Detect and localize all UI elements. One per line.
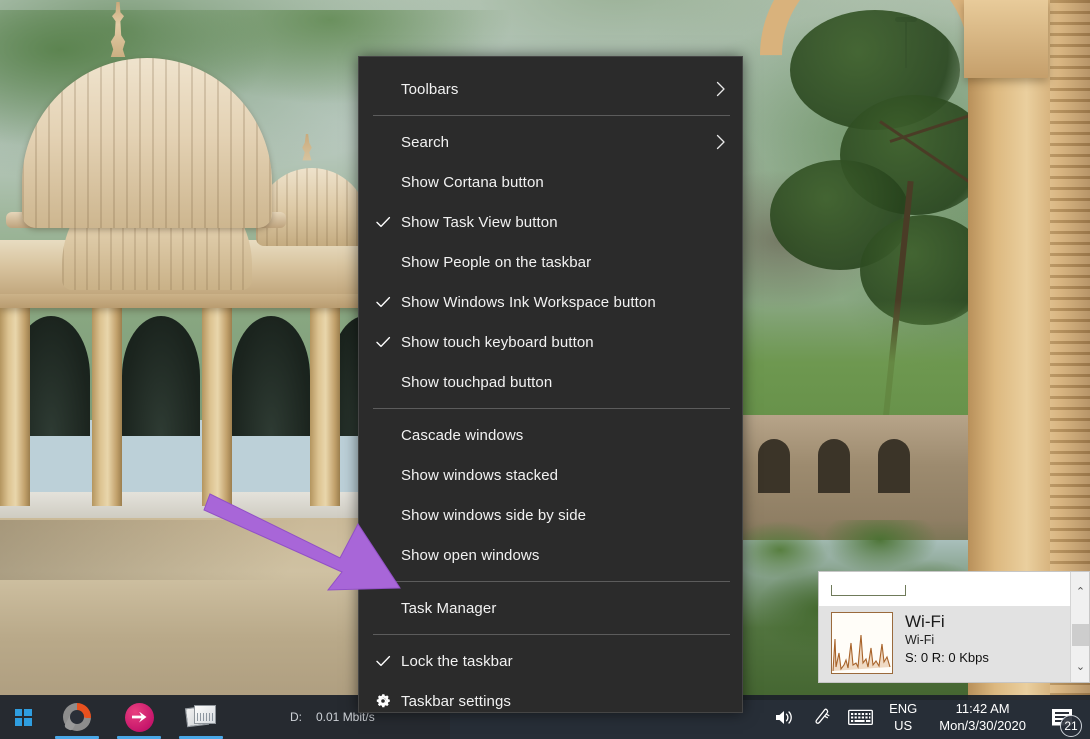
wallpaper-pillar: [0, 306, 30, 506]
menu-item-label: Show People on the taskbar: [401, 253, 592, 271]
taskbar-app-nero[interactable]: [46, 695, 108, 739]
menu-item-show-windows-stacked[interactable]: Show windows stacked: [359, 455, 742, 495]
scroll-down-icon[interactable]: ⌄: [1071, 657, 1089, 676]
menu-item-label: Cascade windows: [401, 426, 524, 444]
nero-icon: [63, 703, 91, 732]
wifi-adapter-row[interactable]: Wi-Fi Wi-Fi S: 0 R: 0 Kbps: [819, 606, 1072, 682]
start-button[interactable]: [0, 695, 46, 739]
wifi-title: Wi-Fi: [905, 612, 945, 631]
menu-item-label: Show Task View button: [401, 213, 558, 231]
menu-item-search[interactable]: Search: [359, 122, 742, 162]
menu-separator: [373, 634, 730, 635]
wallpaper-arch-shadow: [122, 316, 200, 436]
menu-item-lock-the-taskbar[interactable]: Lock the taskbar: [359, 641, 742, 681]
menu-separator: [373, 408, 730, 409]
menu-separator: [373, 581, 730, 582]
check-icon: [375, 653, 391, 669]
wifi-info: Wi-Fi Wi-Fi S: 0 R: 0 Kbps: [905, 612, 989, 667]
menu-item-label: Show Windows Ink Workspace button: [401, 293, 656, 311]
wallpaper-pillar-capital: [964, 0, 1048, 78]
wifi-network-popup[interactable]: Wi-Fi Wi-Fi S: 0 R: 0 Kbps ⌃ ⌄: [818, 571, 1090, 683]
speaker-icon[interactable]: [765, 695, 803, 739]
gear-icon: [374, 692, 392, 710]
network-down-label: D:: [290, 710, 302, 724]
wallpaper-ground-shadow: [0, 520, 420, 580]
action-center-button[interactable]: 21: [1038, 695, 1086, 739]
menu-item-label: Lock the taskbar: [401, 652, 513, 670]
clock-date: Mon/3/30/2020: [939, 718, 1026, 733]
menu-item-show-open-windows[interactable]: Show open windows: [359, 535, 742, 575]
menu-item-cascade-windows[interactable]: Cascade windows: [359, 415, 742, 455]
wallpaper-wall-niche: [758, 439, 790, 493]
menu-item-show-touch-keyboard-button[interactable]: Show touch keyboard button: [359, 322, 742, 362]
menu-item-show-windows-side-by-side[interactable]: Show windows side by side: [359, 495, 742, 535]
menu-item-label: Show touch keyboard button: [401, 333, 594, 351]
chevron-right-icon: [714, 133, 728, 151]
desktop-root: Wi-Fi Wi-Fi S: 0 R: 0 Kbps ⌃ ⌄ Toolbars S…: [0, 0, 1090, 739]
windows-logo-icon: [14, 708, 32, 726]
menu-item-show-cortana-button[interactable]: Show Cortana button: [359, 162, 742, 202]
chevron-right-icon: [714, 80, 728, 98]
menu-item-show-task-view-button[interactable]: Show Task View button: [359, 202, 742, 242]
menu-bottom-padding: [359, 721, 742, 731]
network-activity-graph: [831, 612, 893, 674]
menu-item-toolbars[interactable]: Toolbars: [359, 69, 742, 109]
wifi-subtitle: Wi-Fi: [905, 633, 935, 647]
notification-count-badge: 21: [1060, 715, 1082, 737]
check-icon: [375, 214, 391, 230]
photos-icon: [184, 704, 216, 730]
wallpaper-arch-shadow: [232, 316, 310, 436]
popup-scrollbar[interactable]: ⌃ ⌄: [1070, 572, 1089, 682]
menu-item-show-windows-ink-workspace-button[interactable]: Show Windows Ink Workspace button: [359, 282, 742, 322]
check-icon: [375, 294, 391, 310]
language-line2: US: [894, 718, 913, 733]
wallpaper-pillar: [92, 306, 122, 506]
wallpaper-wall-niche: [818, 439, 850, 493]
taskbar-app-pink[interactable]: [108, 695, 170, 739]
menu-item-label: Show touchpad button: [401, 373, 553, 391]
system-tray[interactable]: ENG US 11:42 AM Mon/3/30/2020 21: [765, 695, 1090, 739]
menu-item-label: Show windows side by side: [401, 506, 587, 524]
popup-header: [819, 572, 1089, 605]
menu-item-label: Taskbar settings: [401, 692, 511, 710]
taskbar-context-menu[interactable]: Toolbars Search Show Cortana button Show Ta…: [358, 56, 743, 713]
menu-item-label: Show Cortana button: [401, 173, 544, 191]
wallpaper-pillar: [202, 306, 232, 506]
menu-item-label: Show windows stacked: [401, 466, 559, 484]
menu-item-show-touchpad-button[interactable]: Show touchpad button: [359, 362, 742, 402]
check-icon: [375, 334, 391, 350]
clock[interactable]: 11:42 AM Mon/3/30/2020: [927, 695, 1038, 739]
menu-item-show-people-on-the-taskbar[interactable]: Show People on the taskbar: [359, 242, 742, 282]
language-line1: ENG: [889, 701, 918, 716]
wallpaper-wall-niche: [878, 439, 910, 493]
menu-item-taskbar-settings[interactable]: Taskbar settings: [359, 681, 742, 721]
pen-workspace-icon[interactable]: [803, 695, 841, 739]
taskbar-left-group: [0, 695, 232, 739]
popup-header-bracket: [831, 585, 906, 596]
scroll-up-icon[interactable]: ⌃: [1071, 582, 1089, 601]
wifi-rate: S: 0 R: 0 Kbps: [905, 650, 989, 665]
menu-separator: [373, 115, 730, 116]
menu-item-label: Search: [401, 133, 450, 151]
menu-top-padding: [359, 57, 742, 69]
touch-keyboard-icon[interactable]: [841, 695, 879, 739]
taskbar-app-photos[interactable]: [170, 695, 232, 739]
pink-app-icon: [124, 702, 154, 732]
menu-item-label: Show open windows: [401, 546, 540, 564]
wallpaper-colonnade: [0, 306, 410, 506]
clock-time: 11:42 AM: [955, 701, 1010, 716]
scrollbar-thumb[interactable]: [1072, 624, 1089, 646]
menu-item-label: Task Manager: [401, 599, 497, 617]
wallpaper-pillar: [310, 306, 340, 506]
menu-item-label: Toolbars: [401, 80, 459, 98]
language-indicator[interactable]: ENG US: [879, 695, 927, 739]
menu-item-task-manager[interactable]: Task Manager: [359, 588, 742, 628]
